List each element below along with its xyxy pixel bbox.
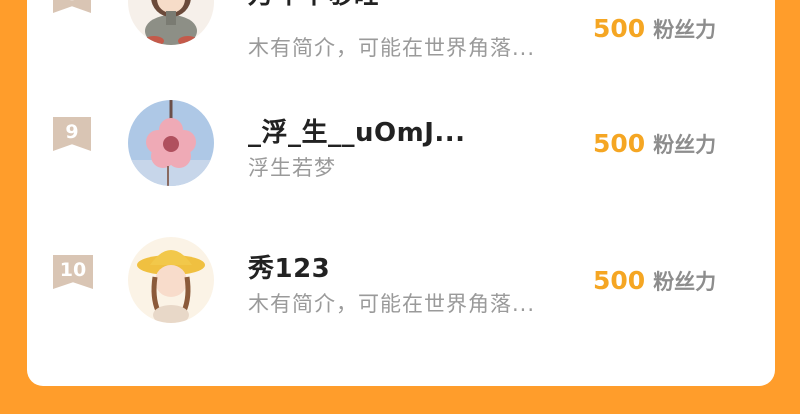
rank-badge: 9	[53, 117, 91, 151]
fans-power: 500 粉丝力	[593, 14, 716, 44]
user-bio: 木有简介，可能在世界角落...	[248, 36, 536, 60]
ranking-row[interactable]: 9 _浮_生__uOmJ... 浮生若梦 500 粉丝力	[27, 100, 775, 212]
rank-badge: 10	[53, 255, 93, 289]
fans-label: 粉丝力	[653, 270, 717, 294]
user-bio: 浮生若梦	[248, 156, 336, 180]
ranking-row[interactable]: 10 秀123 木有简介，可能在世界角落... 500 粉丝力	[27, 237, 775, 350]
user-name[interactable]: 秀123	[248, 248, 330, 285]
fans-power: 500 粉丝力	[593, 129, 716, 159]
fans-count: 500	[593, 14, 646, 43]
avatar[interactable]	[128, 0, 214, 45]
user-name[interactable]: _浮_生__uOmJ...	[248, 112, 466, 149]
avatar[interactable]	[128, 237, 214, 323]
fans-count: 500	[593, 129, 646, 158]
avatar[interactable]	[128, 100, 214, 186]
fans-label: 粉丝力	[653, 18, 717, 42]
user-bio: 木有简介，可能在世界角落...	[248, 292, 536, 316]
fans-count: 500	[593, 266, 646, 295]
ranking-card: 8 万年不够睡 木有简介，可能在世界角落... 500 粉丝力 9	[27, 0, 775, 386]
fans-power: 500 粉丝力	[593, 266, 716, 296]
rank-badge: 8	[53, 0, 91, 13]
user-name[interactable]: 万年不够睡	[248, 0, 381, 11]
ranking-row[interactable]: 8 万年不够睡 木有简介，可能在世界角落... 500 粉丝力	[27, 0, 775, 74]
fans-label: 粉丝力	[653, 133, 717, 157]
